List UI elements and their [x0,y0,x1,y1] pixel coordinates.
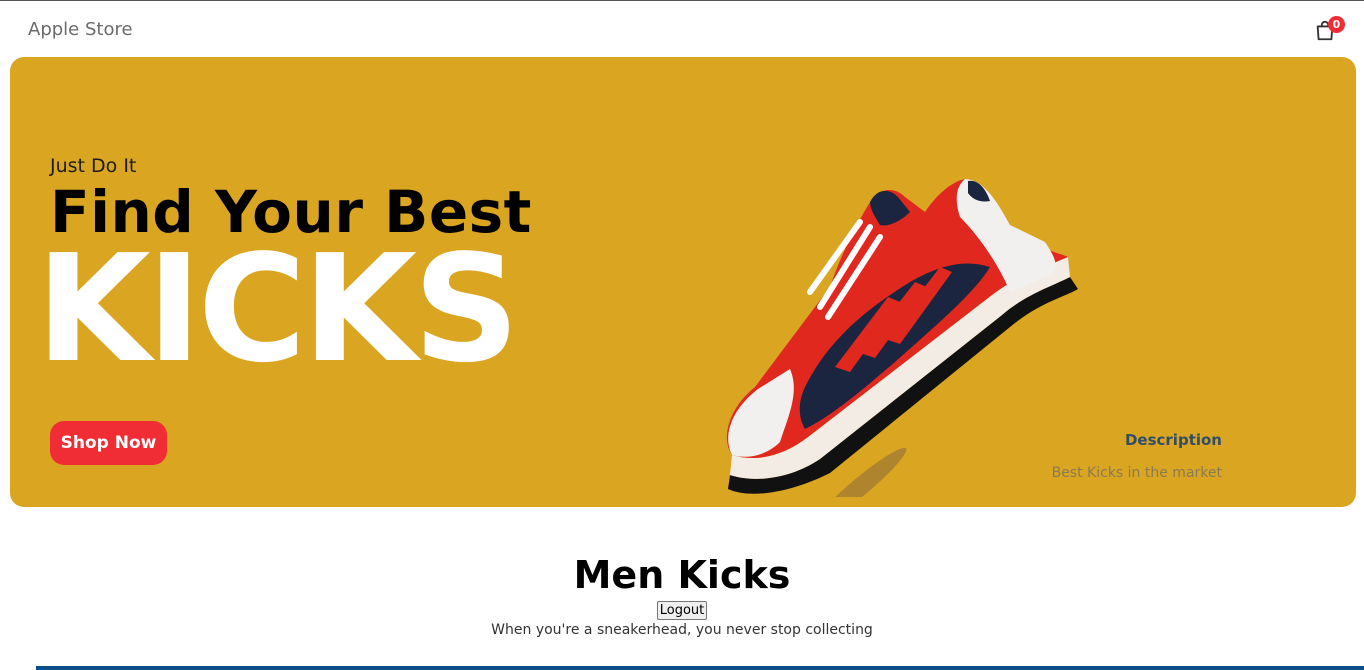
description-title: Description [1124,431,1222,449]
logout-button[interactable]: Logout [656,601,708,620]
products-subtitle: When you're a sneakerhead, you never sto… [491,622,873,638]
store-logo-link[interactable]: Apple Store [28,19,133,40]
products-heading: Men Kicks Logout When you're a sneakerhe… [0,552,1364,638]
cart-button[interactable]: 0 [1314,16,1345,44]
sneaker-image [726,179,1078,497]
products-title: Men Kicks [573,553,791,597]
hero-small-text: Just Do It [50,155,137,177]
bottom-divider [36,666,1364,670]
navbar: Apple Store 0 [0,1,1364,57]
description-text: Best Kicks in the market [1051,465,1222,481]
cart-count-badge: 0 [1328,16,1345,33]
hero-description: Description Best Kicks in the market [1052,431,1222,481]
shop-now-button[interactable]: Shop Now [50,421,167,465]
hero-banner: Just Do It Find Your Best KICKS Shop Now… [10,57,1356,507]
hero-large-text: KICKS [36,223,520,395]
